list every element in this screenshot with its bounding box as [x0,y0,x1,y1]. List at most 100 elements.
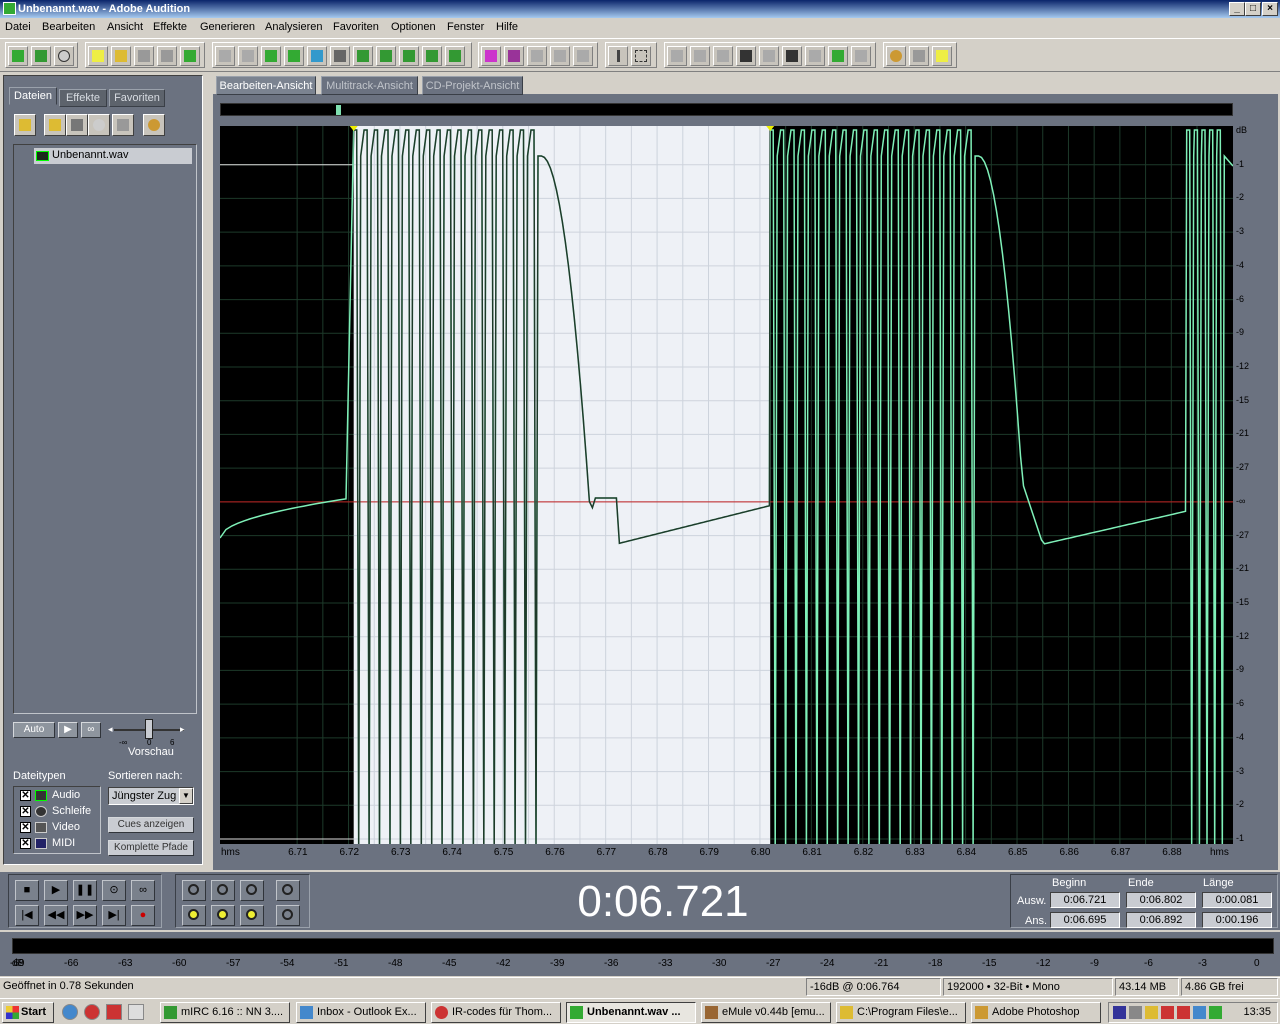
chevron-down-icon[interactable]: ▼ [179,788,193,804]
task-photoshop[interactable]: Adobe Photoshop [971,1002,1101,1023]
menu-datei[interactable]: Datei [5,21,31,33]
selection-highlight[interactable] [353,126,771,844]
filetype-loop-checkbox[interactable]: ✕ [20,806,31,817]
level-meter-button[interactable] [828,46,848,66]
menu-generieren[interactable]: Generieren [200,21,255,33]
filetype-audio-checkbox[interactable]: ✕ [20,790,31,801]
zero-cross-button[interactable] [422,46,442,66]
paste-button[interactable] [307,46,327,66]
import-file-button[interactable] [14,114,36,136]
settings-gear-icon[interactable] [886,46,906,66]
filetype-video-checkbox[interactable]: ✕ [20,822,31,833]
time-window-button[interactable] [782,46,802,66]
menu-bearbeiten[interactable]: Bearbeiten [42,21,95,33]
menu-fenster[interactable]: Fenster [447,21,484,33]
organizer-window-button[interactable] [667,46,687,66]
save-as-button[interactable] [157,46,177,66]
insert-multitrack-button[interactable] [66,114,88,136]
task-audition[interactable]: Unbenannt.wav ... [566,1002,696,1023]
menu-hilfe[interactable]: Hilfe [496,21,518,33]
selection-end-field[interactable]: 0:06.802 [1126,892,1196,908]
loop-button[interactable]: ∞ [131,880,155,901]
tray-app-icon[interactable] [1129,1006,1142,1019]
view-end-field[interactable]: 0:06.892 [1126,912,1196,928]
tab-edit-view[interactable]: Bearbeiten-Ansicht [216,76,316,95]
repeat-button[interactable] [261,46,281,66]
filetype-midi-checkbox[interactable]: ✕ [20,838,31,849]
spectral-button[interactable] [504,46,524,66]
go-to-start-button[interactable]: |◀ [15,905,39,926]
overview-bar[interactable] [220,103,1233,116]
cd-view-button[interactable] [54,46,74,66]
menu-optionen[interactable]: Optionen [391,21,436,33]
play-to-end-button[interactable]: ⊙ [102,880,126,901]
menu-effekte[interactable]: Effekte [153,21,187,33]
organizer-options-gear-icon[interactable] [143,114,165,136]
rewind-button[interactable]: ◀◀ [44,905,68,926]
device-properties-button[interactable] [909,46,929,66]
marquee-tool-icon[interactable] [631,46,651,66]
task-outlook[interactable]: Inbox - Outlook Ex... [296,1002,426,1023]
task-mirc[interactable]: mIRC 6.16 :: NN 3.... [160,1002,290,1023]
tray-volume-icon[interactable] [1209,1006,1222,1019]
go-to-end-button[interactable]: ▶| [102,905,126,926]
list-item[interactable]: Unbenannt.wav [34,148,192,164]
selection-length-field[interactable]: 0:00.081 [1202,892,1272,908]
tab-effekte[interactable]: Effekte [59,89,107,107]
tray-network-icon[interactable] [1113,1006,1126,1019]
cut-scissors-icon[interactable] [330,46,350,66]
task-browser[interactable]: IR-codes für Thom... [431,1002,561,1023]
selection-begin-field[interactable]: 0:06.721 [1050,892,1120,908]
open-folder-button[interactable] [111,46,131,66]
close-button[interactable]: × [1262,2,1278,16]
tray-folder-icon[interactable] [1145,1006,1158,1019]
fast-forward-button[interactable]: ▶▶ [73,905,97,926]
task-explorer[interactable]: C:\Program Files\e... [836,1002,966,1023]
show-cues-button[interactable]: Cues anzeigen [108,817,194,833]
play-button[interactable]: ▶ [44,880,68,901]
slider-right-arrow[interactable]: ▸ [180,724,185,735]
tray-security-icon[interactable] [1161,1006,1174,1019]
zoom-out-vertical-icon[interactable] [276,905,300,926]
file-list[interactable]: Unbenannt.wav [13,144,197,714]
mixer-window-button[interactable] [713,46,733,66]
redo-button[interactable] [238,46,258,66]
tab-favoriten[interactable]: Favoriten [109,89,165,107]
zoom-out-horizontal-icon[interactable] [211,880,235,901]
zoom-selection-icon[interactable] [182,905,206,926]
multitrack-view-button[interactable] [31,46,51,66]
edit-view-button[interactable] [8,46,28,66]
auto-play-button[interactable]: Auto [13,722,55,738]
selection-window-button[interactable] [805,46,825,66]
zoom-right-edge-icon[interactable] [240,905,264,926]
new-file-button[interactable] [88,46,108,66]
view-begin-field[interactable]: 0:06.695 [1050,912,1120,928]
scripts-button[interactable] [573,46,593,66]
crossfade-button[interactable] [399,46,419,66]
task-emule[interactable]: eMule v0.44b [emu... [701,1002,831,1023]
tray-shield-icon[interactable] [1193,1006,1206,1019]
time-selection-tool-icon[interactable] [608,46,628,66]
save-button[interactable] [134,46,154,66]
play-preview-icon[interactable]: ▶ [58,722,78,738]
menu-favoriten[interactable]: Favoriten [333,21,379,33]
batch-button[interactable] [550,46,570,66]
tab-cd-project-view[interactable]: CD-Projekt-Ansicht [422,76,523,95]
menu-analysieren[interactable]: Analysieren [265,21,322,33]
opera-icon[interactable] [84,1004,100,1020]
sort-select[interactable]: Jüngster Zug ▼ [108,787,194,805]
tab-multitrack-view[interactable]: Multitrack-Ansicht [321,76,418,95]
pause-button[interactable]: ❚❚ [73,880,97,901]
slider-left-arrow[interactable]: ◂ [108,724,113,735]
zoom-left-edge-icon[interactable] [211,905,235,926]
maximize-button[interactable]: □ [1245,2,1261,16]
minimize-button[interactable]: _ [1229,2,1245,16]
zoom-full-icon[interactable] [240,880,264,901]
effects-window-button[interactable] [690,46,710,66]
usb-icon[interactable] [128,1004,144,1020]
insert-cd-button[interactable] [88,114,110,136]
view-length-field[interactable]: 0:00.196 [1202,912,1272,928]
ie-icon[interactable] [62,1004,78,1020]
waveform-display[interactable] [219,126,1234,850]
app-quicklaunch-icon[interactable] [106,1004,122,1020]
